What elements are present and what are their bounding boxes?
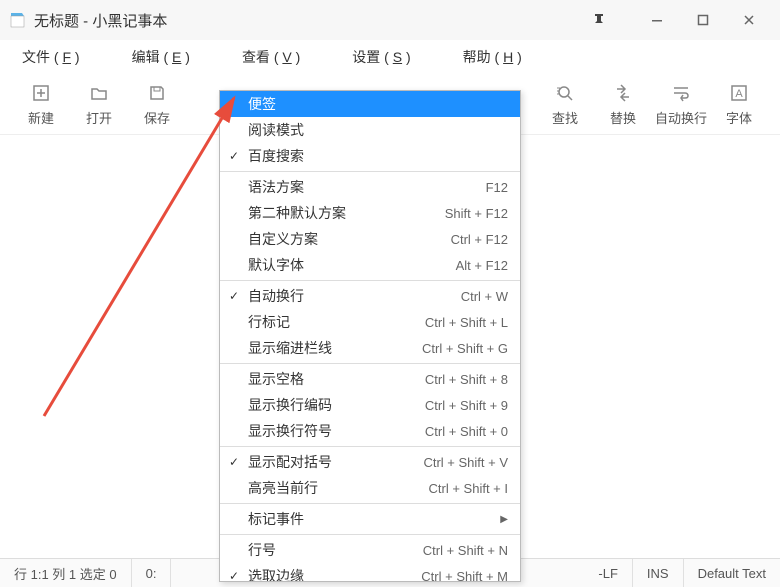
menu-item-shortcut: Ctrl + F12: [451, 232, 508, 247]
menubar: 文件 ( F ) 编辑 ( E ) 查看 ( V ) 设置 ( S ) 帮助 (…: [0, 40, 780, 74]
menu-item[interactable]: 第二种默认方案Shift + F12: [220, 200, 520, 226]
menu-help[interactable]: 帮助 ( H ): [457, 43, 528, 71]
menu-item[interactable]: 阅读模式: [220, 117, 520, 143]
menu-item[interactable]: ✓ 选取边缘Ctrl + Shift + M: [220, 563, 520, 582]
menu-item[interactable]: 默认字体Alt + F12: [220, 252, 520, 278]
menu-item-shortcut: Alt + F12: [456, 258, 508, 273]
check-icon: ✓: [228, 290, 240, 302]
menu-item[interactable]: 标记事件▶: [220, 506, 520, 532]
menu-item-label: 显示配对括号: [248, 452, 423, 472]
font-icon: A: [728, 82, 750, 104]
menu-item-label: 选取边缘: [248, 566, 421, 582]
menu-item-shortcut: Ctrl + Shift + M: [421, 569, 508, 583]
replace-icon: [612, 82, 634, 104]
close-button[interactable]: [726, 0, 772, 40]
menu-item-shortcut: Ctrl + Shift + I: [429, 481, 508, 496]
save-button[interactable]: 保存: [128, 76, 186, 132]
menu-item-label: 百度搜索: [248, 146, 508, 166]
status-lang: Default Text: [684, 559, 780, 587]
wrap-button[interactable]: 自动换行: [652, 76, 710, 132]
window-title: 无标题 - 小黑记事本: [34, 10, 576, 31]
svg-text:A: A: [735, 88, 743, 100]
menu-item-label: 阅读模式: [248, 120, 508, 140]
menu-item-label: 自定义方案: [248, 229, 451, 249]
menu-item-label: 自动换行: [248, 286, 461, 306]
menu-item[interactable]: 自定义方案Ctrl + F12: [220, 226, 520, 252]
menu-edit[interactable]: 编辑 ( E ): [126, 43, 196, 71]
search-icon: [554, 82, 576, 104]
menu-item[interactable]: ✓ 百度搜索: [220, 143, 520, 169]
open-button[interactable]: 打开: [70, 76, 128, 132]
replace-button[interactable]: 替换: [594, 76, 652, 132]
menu-item-shortcut: Ctrl + Shift + 8: [425, 372, 508, 387]
status-position: 行 1:1 列 1 选定 0: [0, 559, 132, 587]
menu-item-shortcut: F12: [486, 180, 508, 195]
menu-view[interactable]: 查看 ( V ): [236, 43, 306, 71]
menu-item-label: 语法方案: [248, 177, 486, 197]
menu-item[interactable]: 行号Ctrl + Shift + N: [220, 537, 520, 563]
menu-item-label: 高亮当前行: [248, 478, 429, 498]
menu-item-label: 显示换行符号: [248, 421, 425, 441]
status-ins: INS: [633, 559, 684, 587]
window-controls: [634, 0, 772, 40]
menu-item-label: 第二种默认方案: [248, 203, 445, 223]
menu-item-shortcut: Ctrl + Shift + L: [425, 315, 508, 330]
menu-item-label: 标记事件: [248, 509, 500, 529]
open-folder-icon: [88, 82, 110, 104]
submenu-arrow-icon: ▶: [500, 514, 508, 525]
menu-item-shortcut: Ctrl + Shift + 0: [425, 424, 508, 439]
menu-item[interactable]: ✓ 显示配对括号Ctrl + Shift + V: [220, 449, 520, 475]
menu-item[interactable]: 语法方案F12: [220, 174, 520, 200]
new-button[interactable]: 新建: [12, 76, 70, 132]
status-zero: 0:: [132, 559, 172, 587]
menu-item-label: 行号: [248, 540, 423, 560]
menu-file[interactable]: 文件 ( F ): [16, 43, 86, 71]
menu-settings[interactable]: 设置 ( S ): [346, 43, 416, 71]
menu-item-shortcut: Ctrl + Shift + 9: [425, 398, 508, 413]
find-button[interactable]: 查找: [536, 76, 594, 132]
view-menu-dropdown: 便签阅读模式✓百度搜索语法方案F12第二种默认方案Shift + F12自定义方…: [219, 90, 521, 582]
check-icon: ✓: [228, 456, 240, 468]
menu-item-label: 显示空格: [248, 369, 425, 389]
font-button[interactable]: A 字体: [710, 76, 768, 132]
maximize-button[interactable]: [680, 0, 726, 40]
menu-item[interactable]: 行标记Ctrl + Shift + L: [220, 309, 520, 335]
menu-item[interactable]: 显示缩进栏线Ctrl + Shift + G: [220, 335, 520, 361]
wrap-icon: [670, 82, 692, 104]
new-file-icon: [30, 82, 52, 104]
save-disk-icon: [146, 82, 168, 104]
menu-item-label: 显示换行编码: [248, 395, 425, 415]
menu-item[interactable]: 显示换行符号Ctrl + Shift + 0: [220, 418, 520, 444]
app-icon: [8, 11, 26, 29]
menu-item-shortcut: Ctrl + W: [461, 289, 508, 304]
menu-item-label: 行标记: [248, 312, 425, 332]
minimize-button[interactable]: [634, 0, 680, 40]
menu-item[interactable]: 显示空格Ctrl + Shift + 8: [220, 366, 520, 392]
menu-item-label: 显示缩进栏线: [248, 338, 422, 358]
menu-item[interactable]: ✓ 自动换行Ctrl + W: [220, 283, 520, 309]
menu-item[interactable]: 便签: [220, 91, 520, 117]
menu-item-shortcut: Shift + F12: [445, 206, 508, 221]
pin-icon[interactable]: [576, 0, 622, 40]
menu-item-shortcut: Ctrl + Shift + G: [422, 341, 508, 356]
check-icon: ✓: [228, 570, 240, 582]
menu-item-shortcut: Ctrl + Shift + N: [423, 543, 508, 558]
status-eol: -LF: [584, 559, 633, 587]
app-window: 无标题 - 小黑记事本 文件 ( F ) 编辑 ( E ) 查看 ( V ) 设…: [0, 0, 780, 587]
menu-item-label: 便签: [248, 94, 508, 114]
menu-item-label: 默认字体: [248, 255, 456, 275]
menu-item[interactable]: 显示换行编码Ctrl + Shift + 9: [220, 392, 520, 418]
menu-item-shortcut: Ctrl + Shift + V: [423, 455, 508, 470]
menu-item[interactable]: 高亮当前行Ctrl + Shift + I: [220, 475, 520, 501]
check-icon: ✓: [228, 150, 240, 162]
titlebar: 无标题 - 小黑记事本: [0, 0, 780, 40]
